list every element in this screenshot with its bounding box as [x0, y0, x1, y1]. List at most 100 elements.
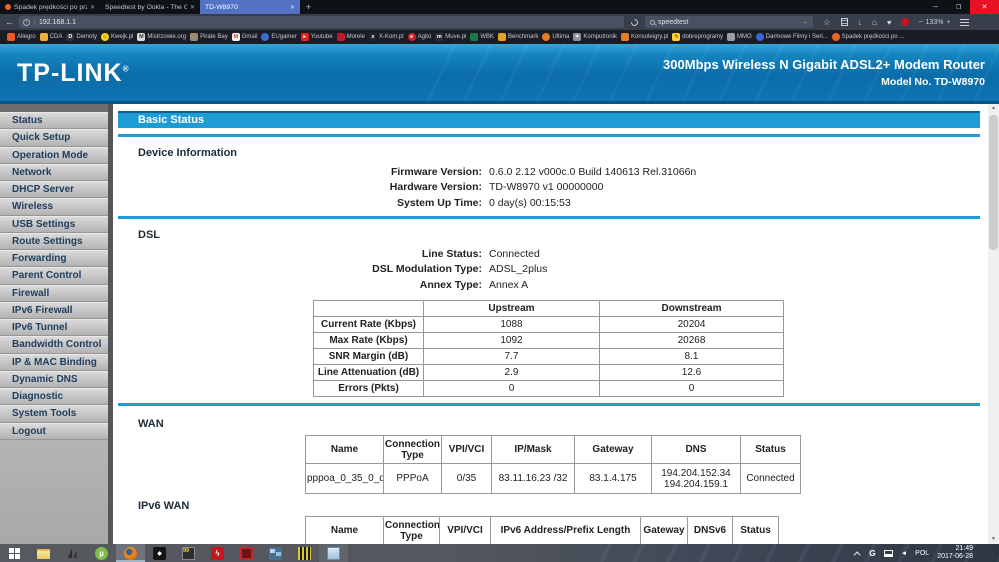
bookmark-item[interactable]: ϟ dobreprogramy: [670, 33, 725, 41]
sidebar-item[interactable]: Forwarding: [0, 250, 108, 267]
scroll-down-icon[interactable]: ▼: [988, 535, 999, 544]
bookmark-item[interactable]: EUgamer: [259, 33, 298, 41]
bookmark-item[interactable]: M Gmail: [230, 33, 260, 41]
new-tab-button[interactable]: +: [300, 0, 317, 14]
zoom-out-button[interactable]: −: [918, 19, 922, 26]
close-button[interactable]: ✕: [970, 0, 999, 14]
bookmark-item[interactable]: Morele: [335, 33, 367, 41]
section-wan: WAN: [138, 418, 164, 430]
sidebar-item[interactable]: Operation Mode: [0, 147, 108, 164]
bookmark-item[interactable]: Benchmark: [496, 33, 540, 41]
bookmark-item[interactable]: CDA: [38, 33, 65, 41]
bookmark-item[interactable]: Pirate Bay: [188, 33, 230, 41]
sidebar-item[interactable]: IPv6 Tunnel: [0, 319, 108, 336]
sidebar-item[interactable]: System Tools: [0, 405, 108, 422]
sidebar-item[interactable]: Status: [0, 112, 108, 129]
sidebar-item[interactable]: Diagnostic: [0, 388, 108, 405]
sidebar-item[interactable]: Network: [0, 164, 108, 181]
bookmark-favicon: [727, 33, 735, 41]
sidebar-item[interactable]: Quick Setup: [0, 129, 108, 146]
url-bar[interactable]: i 192.168.1.1: [19, 16, 624, 28]
bookmark-favicon: M: [232, 33, 240, 41]
tab-close-icon[interactable]: ✕: [90, 4, 95, 11]
adblock-icon[interactable]: [901, 18, 909, 26]
window-controls: ─ ❐ ✕: [924, 0, 999, 14]
bookmark-favicon: x: [369, 33, 377, 41]
restore-button[interactable]: ❐: [947, 0, 970, 14]
model-number: Model No. TD-W8970: [663, 76, 985, 88]
bookmark-favicon: ✦: [573, 33, 581, 41]
bookmark-item[interactable]: Konsoleigry.pl: [619, 33, 670, 41]
back-button[interactable]: ←: [5, 17, 14, 27]
screen: Spadek prędkości po przeci ✕ Speedtest b…: [0, 0, 999, 562]
scroll-up-icon[interactable]: ▲: [988, 104, 999, 113]
bookmark-item[interactable]: ✦ Komputronik: [571, 33, 619, 41]
sidebar-item[interactable]: DHCP Server: [0, 181, 108, 198]
tab-spadek[interactable]: Spadek prędkości po przeci ✕: [0, 0, 100, 14]
bookmark-item[interactable]: M Mistrzowie.org: [135, 33, 188, 41]
page-scrollbar[interactable]: ▲ ▼: [988, 104, 999, 544]
zoom-level[interactable]: 133%: [926, 19, 944, 26]
sidebar-item[interactable]: IP & MAC Binding: [0, 354, 108, 371]
tab-td-w8970[interactable]: TD-W8970 ✕: [200, 0, 300, 14]
product-title: 300Mbps Wireless N Gigabit ADSL2+ Modem …: [663, 57, 985, 72]
tab-close-icon[interactable]: ✕: [290, 4, 295, 11]
sidebar-item[interactable]: USB Settings: [0, 216, 108, 233]
zoom-in-button[interactable]: +: [946, 19, 950, 26]
search-go-icon[interactable]: →: [801, 19, 808, 26]
bookmark-item[interactable]: Spadek prędkości po ...: [830, 33, 907, 41]
bookmarks-bar: Allegro CDA D Demoty ☺ Kwejk.pl M Mistrz…: [0, 30, 999, 44]
bookmark-item[interactable]: e Agito: [406, 33, 434, 41]
bookmarks-panel-icon[interactable]: [841, 18, 848, 26]
logitech-g-icon[interactable]: G: [869, 548, 876, 558]
search-bar[interactable]: speedtest →: [645, 16, 813, 28]
tab-speedtest[interactable]: Speedtest by Ookla - The G ✕: [100, 0, 200, 14]
sidebar-item[interactable]: Dynamic DNS: [0, 371, 108, 388]
tab-close-icon[interactable]: ✕: [190, 4, 195, 11]
sidebar-item[interactable]: IPv6 Firewall: [0, 302, 108, 319]
wan-table: Name Connection Type VPI/VCI IP/Mask Gat…: [305, 435, 801, 494]
language-indicator[interactable]: POL: [915, 550, 929, 557]
bookmark-item[interactable]: ▸ Youtube: [299, 33, 335, 41]
system-tray: G ◄ POL 21:49 2017-06-28: [856, 545, 999, 561]
bookmark-favicon: ϟ: [672, 33, 680, 41]
bookmark-item[interactable]: D Demoty: [64, 33, 99, 41]
sidebar-item[interactable]: Logout: [0, 423, 108, 440]
scrollbar-thumb[interactable]: [989, 115, 998, 250]
bookmark-item[interactable]: ☺ Kwejk.pl: [99, 33, 135, 41]
tray-expand-icon[interactable]: [854, 551, 861, 558]
bookmark-item[interactable]: x X-Kom.pl: [367, 33, 406, 41]
sidebar-item[interactable]: Wireless: [0, 198, 108, 215]
open-window-icon: [327, 547, 340, 560]
sidebar-item[interactable]: Bandwidth Control: [0, 336, 108, 353]
menu-icon[interactable]: [960, 19, 969, 26]
network-icon[interactable]: [884, 550, 893, 557]
downloads-icon[interactable]: ↓: [858, 17, 862, 27]
dsl-table-row: Current Rate (Kbps) 1088 20204: [314, 317, 784, 333]
sidebar-item[interactable]: Firewall: [0, 285, 108, 302]
search-text: speedtest: [658, 19, 688, 26]
info-row: System Up Time: 0 day(s) 00:15:53: [113, 195, 983, 211]
bookmark-item[interactable]: Allegro: [5, 33, 38, 41]
sidebar-item[interactable]: Route Settings: [0, 233, 108, 250]
sidebar-item[interactable]: Parent Control: [0, 267, 108, 284]
speaker-icon[interactable]: ◄: [901, 550, 907, 557]
bookmark-item[interactable]: MMO: [725, 33, 754, 41]
bookmark-item[interactable]: Darmowe Filmy i Seri...: [754, 33, 830, 41]
minimize-button[interactable]: ─: [924, 0, 947, 14]
bookmark-favicon: [621, 33, 629, 41]
reload-button[interactable]: [630, 17, 640, 27]
pocket-icon[interactable]: ♥: [887, 18, 891, 27]
bookmark-item[interactable]: Ultima: [540, 33, 571, 41]
bookmark-item[interactable]: WBK: [468, 33, 496, 41]
bookmark-star-icon[interactable]: ☆: [823, 17, 831, 28]
bookmark-favicon: [40, 33, 48, 41]
network-places-icon: [269, 547, 282, 560]
bookmark-item[interactable]: m Muve.pl: [433, 33, 468, 41]
tplink-header: TP-LINK® 300Mbps Wireless N Gigabit ADSL…: [0, 44, 999, 104]
home-icon[interactable]: ⌂: [872, 17, 877, 27]
info-row: DSL Modulation Type: ADSL_2plus: [113, 262, 983, 278]
taskbar-clock[interactable]: 21:49 2017-06-28: [937, 545, 973, 561]
firefox-icon: [124, 547, 137, 560]
site-info-icon[interactable]: i: [23, 19, 30, 26]
